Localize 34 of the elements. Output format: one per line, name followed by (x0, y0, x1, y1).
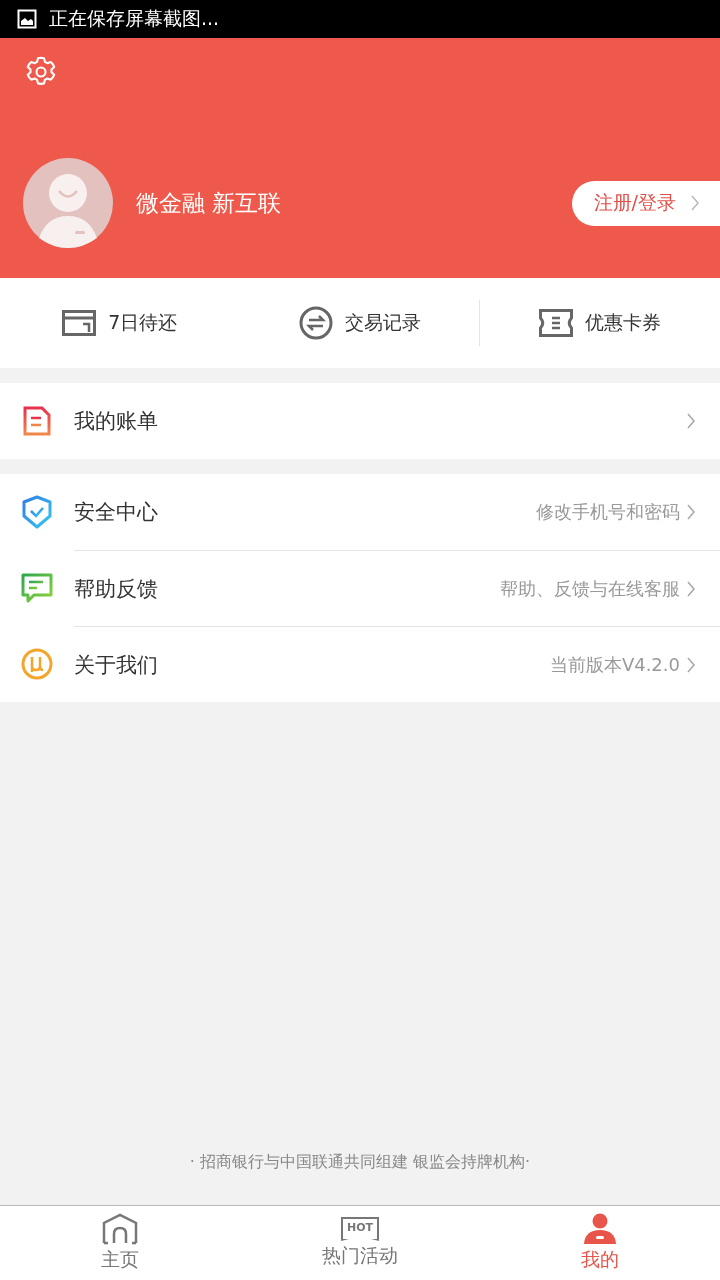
chevron-icon (686, 655, 696, 674)
hot-icon: HOT (340, 1217, 380, 1241)
chevron-icon (690, 194, 700, 212)
quick-action[interactable]: 优惠卡券 (479, 300, 720, 346)
menu-detail: 修改手机号和密码 (536, 500, 680, 524)
calendar-icon (62, 310, 97, 336)
ticket-icon (539, 309, 574, 337)
person-icon (582, 1213, 618, 1245)
menu-item[interactable]: 关于我们 当前版本V4.2.0 (0, 626, 720, 702)
chevron-icon (686, 412, 696, 430)
shield-icon (22, 495, 52, 529)
app-name: 微金融 新互联 (136, 188, 283, 218)
mu-circle-icon (21, 648, 53, 680)
exchange-icon (298, 306, 333, 340)
quick-action[interactable]: 交易记录 (239, 300, 480, 346)
menu-item[interactable]: 帮助反馈 帮助、反馈与在线客服 (0, 550, 720, 626)
menu-detail: 帮助、反馈与在线客服 (500, 576, 680, 601)
menu-item[interactable]: 我的账单 (0, 383, 720, 459)
home-icon (102, 1213, 138, 1245)
menu-item[interactable]: 安全中心 修改手机号和密码 (0, 474, 720, 550)
quick-action[interactable]: 7日待还 (0, 300, 240, 346)
image-icon (17, 9, 37, 29)
tab[interactable]: 主页 (0, 1206, 240, 1280)
chevron-icon (686, 503, 696, 521)
tab[interactable]: HOT 热门活动 (240, 1206, 480, 1280)
notification-text: 正在保存屏幕截图... (49, 6, 220, 31)
tab[interactable]: 我的 (480, 1206, 720, 1280)
avatar[interactable] (23, 158, 113, 248)
document-icon (23, 406, 51, 436)
footer-note: · 招商银行与中国联通共同组建 银监会持牌机构· (189, 1152, 531, 1173)
chat-icon (21, 572, 53, 604)
login-button[interactable]: 注册/登录 (571, 180, 720, 226)
menu-detail: 当前版本V4.2.0 (549, 652, 680, 677)
chevron-icon (686, 579, 696, 598)
